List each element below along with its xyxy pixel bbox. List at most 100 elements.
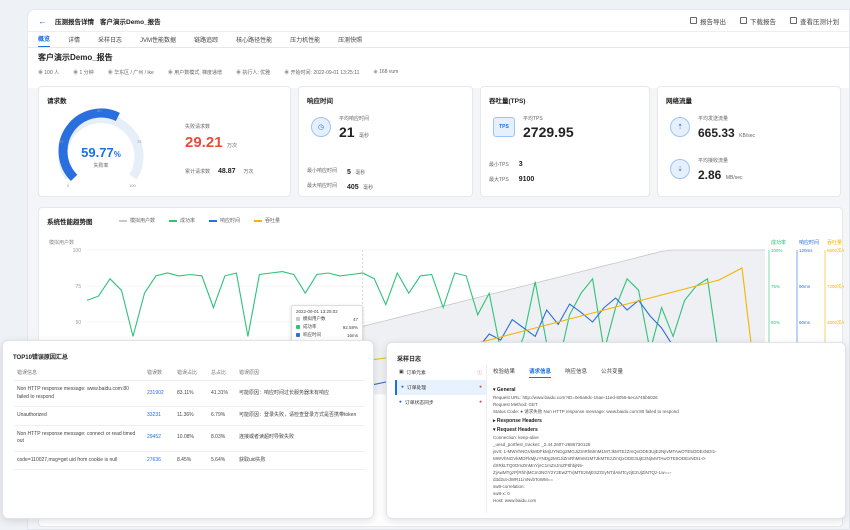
avg-rt-unit: 毫秒	[359, 133, 370, 139]
error-reason: 可能原因：响应时间过长服务器未有响应	[235, 380, 365, 407]
download-report-button[interactable]: 下载报告	[740, 16, 776, 26]
failed-requests-unit: 万次	[227, 143, 238, 149]
min-tps: 最小TPS 3	[489, 161, 523, 168]
tab-detail[interactable]: 详情	[68, 35, 80, 47]
table-row: Unauthorized 33231 11.36% 6.79% 可能原因：登录失…	[13, 406, 365, 426]
sampler-item[interactable]: ▣ 订单元素 ⓘ	[395, 365, 486, 380]
report-meta: 100 人 1 分钟 华东区 / 广州 / ike 用户数模式, 梯度递增 执行…	[38, 69, 839, 76]
left-tick-label: 100	[73, 248, 82, 254]
tab-check-result[interactable]: 校验结果	[493, 367, 515, 378]
tab-bar: 概览 详情 采样日志 JVM性能数据 链路追踪 核心路径性能 压力机性能 压测快…	[28, 32, 849, 48]
avg-rt-label: 平均响应时间	[339, 116, 370, 122]
avg-recv-label: 平均接收流量	[698, 158, 729, 164]
tab-sample-log[interactable]: 采样日志	[98, 35, 122, 47]
error-count-link[interactable]: 27636	[143, 451, 173, 470]
avg-send-label: 平均发送流量	[698, 116, 729, 122]
success-axis-label: 成功率	[771, 239, 786, 246]
export-report-button[interactable]: 报告导出	[690, 16, 726, 26]
errors-table: 错误信息 错误数 错误占比 总占比 错误原因 Non HTTP response…	[13, 365, 365, 470]
error-icon: ⓘ	[477, 371, 482, 376]
error-count-link[interactable]: 33231	[143, 406, 173, 426]
meta-duration: 1 分钟	[73, 69, 94, 76]
avg-response-time: 平均响应时间 21 毫秒	[339, 115, 369, 142]
tab-request-info[interactable]: 请求信息	[529, 367, 552, 378]
sampler-item[interactable]: ● 订单处理 ●	[395, 380, 486, 395]
network-card: 网络流量 ⇡ 平均发送流量 665.33 KB/sec ⇣ 平均接收流量 2.8…	[657, 86, 841, 197]
right-tick-label: 50%	[771, 320, 780, 325]
total-requests-value: 48.87	[218, 168, 236, 175]
header-line: dXRkLTQ0OmZmMnYjnC1mZnJmZF8hbjN5-	[493, 463, 584, 469]
min-tps-label: 最小TPS	[489, 162, 509, 168]
meta-users: 100 人	[38, 69, 59, 76]
error-count-link[interactable]: 231902	[143, 380, 173, 407]
total-requests: 累计请求数 48.87 万次	[185, 168, 254, 175]
sampler-tree: ▣ 订单元素 ⓘ ● 订单处理 ● ● 订单状态同步 ●	[395, 365, 487, 513]
page-title: 压测报告详情	[55, 18, 94, 26]
meta-region: 华东区 / 广州 / ike	[108, 69, 154, 76]
tooltip-swatch	[296, 325, 300, 329]
header-line: sw8-correlation:	[493, 483, 525, 489]
table-row: Non HTTP response message: connect or re…	[13, 425, 365, 452]
response-headers-heading[interactable]: ▸ Response Headers	[493, 418, 838, 426]
error-total: 41.31%	[207, 380, 235, 407]
header-line: Connection: keep-alive	[493, 435, 539, 441]
gauge-tick-100: 100	[129, 183, 136, 188]
request-info-body: ▾ General Request URL: http://www.baidu.…	[493, 385, 838, 505]
failed-requests-value: 29.21	[185, 134, 223, 151]
avg-tps: 平均TPS 2729.95	[523, 115, 574, 140]
sampler-log-panel: 采样日志 ▣ 订单元素 ⓘ ● 订单处理 ● ● 订单状态同步 ● 校验结果 请求信息 响应…	[386, 342, 846, 519]
error-total: 6.79%	[207, 406, 235, 426]
tab-load-machine[interactable]: 压力机性能	[290, 35, 320, 47]
error-ratio: 10.08%	[173, 425, 207, 452]
header-line: MWVhNGVkMDFkMjUYNDg2MGJiZmRhMmM1MTJkMTEz…	[493, 456, 707, 462]
max-response-time: 最大响应时间 405 毫秒	[307, 176, 373, 194]
tab-snapshot[interactable]: 压测快照	[338, 35, 362, 47]
upload-icon: ⇡	[670, 117, 690, 137]
avg-send: 平均发送流量 665.33 KB/sec	[698, 115, 755, 142]
right-tick-label: 60ms	[799, 320, 811, 325]
tab-jvm[interactable]: JVM性能数据	[140, 35, 176, 47]
tab-response-info[interactable]: 响应信息	[565, 367, 587, 378]
report-header: 客户演示Demo_报告 100 人 1 分钟 华东区 / 广州 / ike 用户…	[28, 48, 849, 88]
col-ratio: 错误占比	[173, 365, 207, 381]
meta-vum: 168 vum	[373, 69, 398, 76]
header-line: Host: www.baidu.com	[493, 497, 537, 503]
download-icon	[740, 17, 747, 24]
tab-overview[interactable]: 概览	[38, 34, 51, 47]
avg-recv-unit: MB/sec	[725, 175, 743, 181]
max-rt-unit: 毫秒	[363, 185, 374, 191]
min-tps-value: 3	[518, 161, 523, 168]
header-line: sw8-x: 0	[493, 490, 510, 496]
arrow-left-icon[interactable]: ←	[38, 16, 47, 26]
status-code: Status Code: ● 请求失败 Non HTTP response me…	[493, 408, 679, 414]
general-heading[interactable]: ▾ General	[493, 387, 838, 395]
header-actions: 报告导出 下载报告 查看压测计划	[690, 16, 839, 26]
view-plan-button[interactable]: 查看压测计划	[790, 16, 839, 26]
request-headers-heading[interactable]: ▾ Request Headers	[493, 427, 838, 435]
error-ratio: 8.45%	[173, 451, 207, 470]
request-method: Request Method: GET	[493, 401, 538, 407]
panel-title: TOP10错误原因汇总	[13, 355, 68, 361]
right-tick-label: 120ms	[799, 248, 813, 253]
tab-core-path[interactable]: 核心路径性能	[236, 35, 272, 47]
error-count-link[interactable]: 29452	[143, 425, 173, 452]
gauge-tick-0: 0	[67, 183, 70, 188]
left-axis-label: 模拟用户数	[49, 239, 74, 246]
header-line: d3d2ut-dWR1LmNvbToWM==	[493, 476, 554, 482]
col-count: 错误数	[143, 365, 173, 381]
tab-public-vars[interactable]: 公共变量	[601, 367, 623, 378]
error-reason: 连接或者读超时导致失败	[235, 425, 365, 452]
min-rt-label: 最小响应时间	[307, 167, 338, 174]
tps-icon: TPS	[493, 117, 515, 137]
col-reason: 错误原因	[235, 365, 365, 381]
dot-icon: ●	[401, 385, 404, 390]
report-title: 客户演示Demo_报告	[38, 53, 113, 62]
clock-icon: ◷	[311, 117, 331, 137]
failed-requests: 失败请求数 29.21 万次	[185, 123, 237, 152]
tab-trace[interactable]: 链路追踪	[194, 35, 218, 47]
avg-tps-label: 平均TPS	[523, 116, 543, 122]
meta-executor: 执行人: 优雅	[236, 69, 270, 76]
error-dot-icon: ●	[479, 400, 482, 405]
sampler-item[interactable]: ● 订单状态同步 ●	[395, 395, 486, 410]
right-tick-label: 7200次/s	[827, 283, 844, 290]
